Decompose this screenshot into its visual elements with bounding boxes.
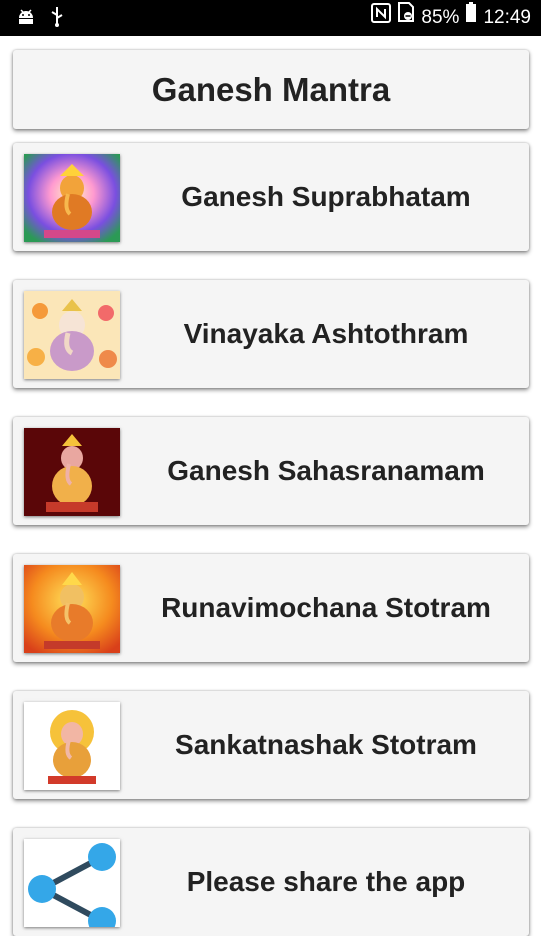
share-icon	[24, 839, 120, 927]
battery-percent: 85%	[421, 7, 460, 28]
app-title-card: Ganesh Mantra	[13, 50, 529, 129]
usb-icon	[50, 5, 64, 32]
item-label: Ganesh Sahasranamam	[167, 455, 485, 486]
clock: 12:49	[483, 7, 531, 28]
no-sim-icon	[397, 0, 415, 36]
item-label: Ganesh Suprabhatam	[181, 181, 471, 212]
list-item-runavimochana-stotram[interactable]: Runavimochana Stotram	[13, 554, 529, 662]
android-icon	[16, 6, 36, 31]
item-label: Vinayaka Ashtothram	[183, 318, 469, 349]
list-item-ganesh-sahasranamam[interactable]: Ganesh Sahasranamam	[13, 417, 529, 525]
share-app-button[interactable]: Please share the app	[13, 828, 529, 936]
ganesha-image	[24, 702, 120, 790]
ganesha-image	[24, 291, 120, 379]
ganesha-image	[24, 154, 120, 242]
list-item-ganesh-suprabhatam[interactable]: Ganesh Suprabhatam	[13, 143, 529, 251]
item-label: Please share the app	[186, 866, 466, 897]
ganesha-image	[24, 428, 120, 516]
list-item-vinayaka-ashtothram[interactable]: Vinayaka Ashtothram	[13, 280, 529, 388]
item-label: Sankatnashak Stotram	[175, 729, 477, 760]
page-title: Ganesh Mantra	[151, 70, 391, 108]
ganesha-image	[24, 565, 120, 653]
list-item-sankatnashak-stotram[interactable]: Sankatnashak Stotram	[13, 691, 529, 799]
item-label: Runavimochana Stotram	[161, 592, 491, 623]
battery-icon	[465, 0, 477, 36]
status-bar: 85% 12:49	[0, 0, 541, 36]
nfc-icon	[371, 0, 392, 36]
